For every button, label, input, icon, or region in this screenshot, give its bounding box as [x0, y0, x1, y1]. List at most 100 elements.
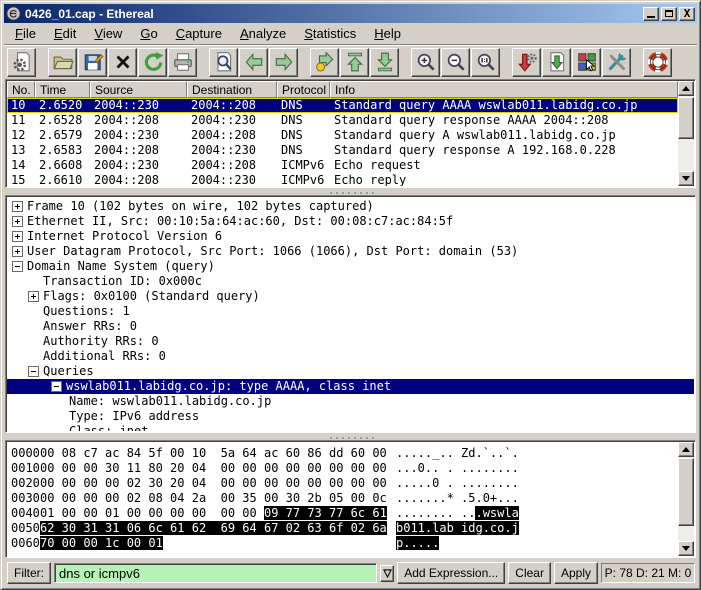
tree-row[interactable]: Queries — [7, 364, 694, 379]
zoom-normal-icon — [475, 51, 497, 73]
title-bar[interactable]: 0426_01.cap - Ethereal X — [4, 4, 697, 23]
menu-edit[interactable]: Edit — [45, 24, 85, 43]
scroll-up-button[interactable] — [678, 81, 694, 96]
zoom-100-button[interactable] — [471, 48, 500, 77]
column-header-no[interactable]: No. — [7, 81, 35, 98]
go-to-first-button[interactable] — [340, 48, 369, 77]
reload-button[interactable] — [138, 48, 167, 77]
close-button[interactable]: X — [679, 7, 695, 21]
clear-button[interactable]: Clear — [508, 562, 551, 584]
menu-analyze[interactable]: Analyze — [231, 24, 295, 43]
print-button[interactable] — [168, 48, 197, 77]
go-forward-button[interactable] — [269, 48, 298, 77]
zoom-in-button[interactable] — [411, 48, 440, 77]
scroll-down-button[interactable] — [678, 541, 694, 556]
coloring-rules-button[interactable] — [572, 48, 601, 77]
go-to-last-button[interactable] — [370, 48, 399, 77]
cell-info: Echo reply — [330, 173, 678, 186]
filter-input[interactable] — [54, 563, 377, 583]
preferences-button[interactable] — [602, 48, 631, 77]
tree-row[interactable]: Questions: 1 — [7, 304, 694, 319]
hex-row[interactable]: 0050 62 30 31 31 06 6c 61 62 69 64 67 02… — [7, 521, 678, 536]
minimize-button[interactable] — [643, 7, 659, 21]
pane-splitter[interactable] — [4, 433, 697, 440]
collapse-icon[interactable] — [12, 261, 23, 272]
packet-row[interactable]: 13 2.6583 2004::208 2004::230 DNS Standa… — [7, 143, 678, 158]
packet-row-selected[interactable]: 10 2.6520 2004::230 2004::208 DNS Standa… — [7, 98, 678, 113]
pane-splitter[interactable] — [4, 188, 697, 195]
expand-icon[interactable] — [12, 231, 23, 242]
tree-row[interactable]: Type: IPv6 address — [7, 409, 694, 424]
expand-icon[interactable] — [12, 201, 23, 212]
collapse-icon[interactable] — [51, 381, 62, 392]
go-to-packet-button[interactable] — [310, 48, 339, 77]
scroll-thumb[interactable] — [678, 97, 694, 139]
column-header-protocol[interactable]: Protocol — [277, 81, 330, 98]
capture-options-button[interactable] — [7, 48, 36, 77]
hex-row[interactable]: 0020 00 00 00 00 02 30 20 04 00 00 00 00… — [7, 476, 678, 491]
splitter-grip-icon — [328, 190, 374, 194]
hex-row[interactable]: 0010 00 00 00 30 11 80 20 04 00 00 00 00… — [7, 461, 678, 476]
save-as-button[interactable] — [78, 48, 107, 77]
menu-statistics[interactable]: Statistics — [295, 24, 365, 43]
tree-row[interactable]: Name: wswlab011.labidg.co.jp — [7, 394, 694, 409]
tree-row[interactable]: Authority RRs: 0 — [7, 334, 694, 349]
hex-dump-pane: 0000 00 08 c7 ac 84 5f 00 10 5a 64 ac 60… — [5, 440, 696, 558]
print-icon — [172, 51, 194, 73]
scroll-up-button[interactable] — [678, 442, 694, 457]
hex-offset: 0000 — [7, 446, 40, 461]
filter-button[interactable]: Filter: — [7, 562, 51, 584]
goto-packet-icon — [314, 51, 336, 73]
tree-row[interactable]: Frame 10 (102 bytes on wire, 102 bytes c… — [7, 199, 694, 214]
hex-row[interactable]: 0000 00 08 c7 ac 84 5f 00 10 5a 64 ac 60… — [7, 446, 678, 461]
maximize-button[interactable] — [661, 7, 677, 21]
tree-row[interactable]: Flags: 0x0100 (Standard query) — [7, 289, 694, 304]
menu-go[interactable]: Go — [131, 24, 166, 43]
hex-row[interactable]: 0040 01 00 00 01 00 00 00 00 00 00 09 77… — [7, 506, 678, 521]
go-back-button[interactable] — [239, 48, 268, 77]
find-button[interactable] — [209, 48, 238, 77]
menu-help[interactable]: Help — [365, 24, 410, 43]
menu-file[interactable]: File — [6, 24, 45, 43]
capture-filter-button[interactable] — [512, 48, 541, 77]
expand-icon[interactable] — [12, 216, 23, 227]
help-button[interactable] — [643, 48, 672, 77]
expand-icon[interactable] — [12, 246, 23, 257]
close-file-button[interactable] — [108, 48, 137, 77]
tree-row[interactable]: Domain Name System (query) — [7, 259, 694, 274]
packet-row[interactable]: 12 2.6579 2004::230 2004::208 DNS Standa… — [7, 128, 678, 143]
scroll-down-button[interactable] — [678, 171, 694, 186]
display-filter-button[interactable] — [542, 48, 571, 77]
packet-row[interactable]: 15 2.6610 2004::208 2004::230 ICMPv6 Ech… — [7, 173, 678, 186]
column-header-info[interactable]: Info — [330, 81, 678, 98]
tree-row[interactable]: Transaction ID: 0x000c — [7, 274, 694, 289]
tree-row[interactable]: Answer RRs: 0 — [7, 319, 694, 334]
hex-pane-scrollbar[interactable] — [678, 442, 694, 556]
packet-list-scrollbar[interactable] — [678, 81, 694, 186]
zoom-out-button[interactable] — [441, 48, 470, 77]
tree-row[interactable]: Ethernet II, Src: 00:10:5a:64:ac:60, Dst… — [7, 214, 694, 229]
menu-capture[interactable]: Capture — [167, 24, 231, 43]
collapse-icon[interactable] — [28, 366, 39, 377]
column-header-source[interactable]: Source — [90, 81, 187, 98]
expand-icon[interactable] — [28, 291, 39, 302]
tree-row[interactable]: Class: inet — [7, 424, 694, 431]
tree-row[interactable]: Internet Protocol Version 6 — [7, 229, 694, 244]
tree-row-selected[interactable]: wswlab011.labidg.co.jp: type AAAA, class… — [7, 379, 694, 394]
tree-row[interactable]: Additional RRs: 0 — [7, 349, 694, 364]
tree-row[interactable]: User Datagram Protocol, Src Port: 1066 (… — [7, 244, 694, 259]
hex-row[interactable]: 0060 70 00 00 1c 00 01 p..... — [7, 536, 678, 551]
column-header-destination[interactable]: Destination — [187, 81, 277, 98]
add-expression-button[interactable]: Add Expression... — [397, 562, 505, 584]
hex-ascii: .......* .5.0+... — [396, 491, 519, 505]
filter-dropdown-button[interactable] — [380, 565, 394, 582]
menu-view[interactable]: View — [85, 24, 131, 43]
packet-row[interactable]: 14 2.6608 2004::230 2004::208 ICMPv6 Ech… — [7, 158, 678, 173]
column-header-time[interactable]: Time — [35, 81, 90, 98]
packet-row[interactable]: 11 2.6528 2004::208 2004::230 DNS Standa… — [7, 113, 678, 128]
open-button[interactable] — [48, 48, 77, 77]
scroll-thumb[interactable] — [678, 458, 694, 526]
apply-button[interactable]: Apply — [554, 562, 598, 584]
hex-row[interactable]: 0030 00 00 00 00 02 08 04 2a 00 35 00 30… — [7, 491, 678, 506]
dropdown-arrow-icon — [383, 569, 392, 578]
